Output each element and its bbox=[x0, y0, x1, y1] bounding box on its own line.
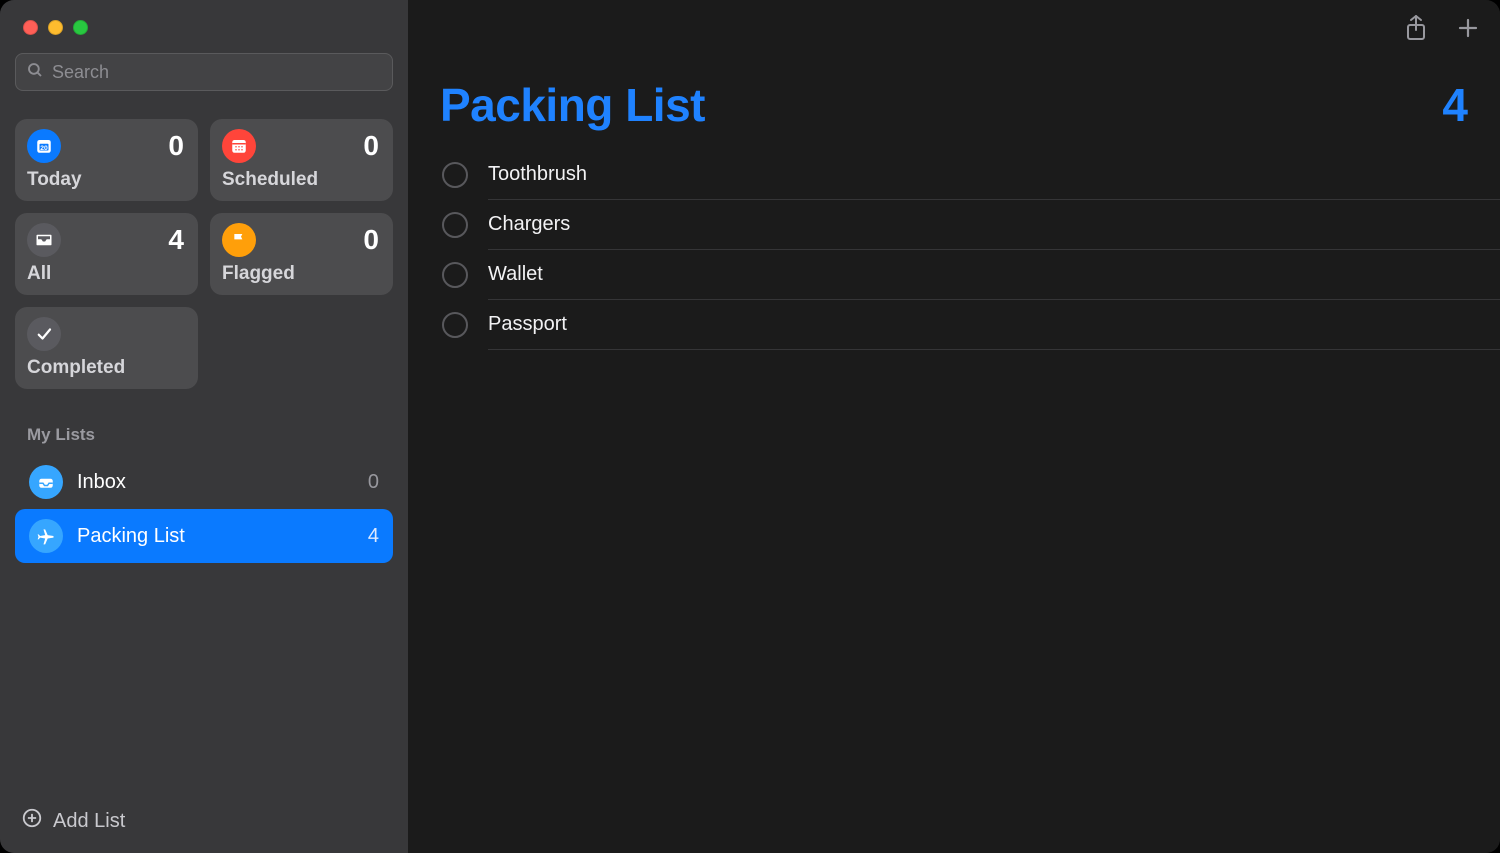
airplane-icon bbox=[29, 519, 63, 553]
my-lists-header: My Lists bbox=[15, 419, 393, 451]
list-item-label: Inbox bbox=[77, 471, 354, 494]
reminder-checkbox[interactable] bbox=[442, 212, 468, 238]
list-title: Packing List bbox=[440, 78, 705, 132]
checkmark-icon bbox=[27, 317, 61, 351]
smart-today[interactable]: 20 0 Today bbox=[15, 119, 198, 201]
smart-flagged-label: Flagged bbox=[222, 263, 379, 285]
reminder-row[interactable]: Toothbrush bbox=[440, 150, 1500, 200]
search-field[interactable] bbox=[15, 53, 393, 91]
smart-completed-label: Completed bbox=[27, 357, 184, 379]
list-item-inbox[interactable]: Inbox 0 bbox=[15, 455, 393, 509]
reminder-checkbox[interactable] bbox=[442, 262, 468, 288]
reminder-checkbox[interactable] bbox=[442, 162, 468, 188]
smart-scheduled-count: 0 bbox=[363, 130, 379, 162]
sidebar: 20 0 Today 0 Scheduled bbox=[0, 0, 408, 853]
my-lists: Inbox 0 Packing List 4 bbox=[15, 455, 393, 563]
smart-today-label: Today bbox=[27, 169, 184, 191]
smart-scheduled[interactable]: 0 Scheduled bbox=[210, 119, 393, 201]
new-reminder-button[interactable] bbox=[1456, 16, 1480, 45]
calendar-icon bbox=[222, 129, 256, 163]
reminder-title: Toothbrush bbox=[488, 163, 587, 185]
list-item-label: Packing List bbox=[77, 525, 354, 548]
reminder-title: Passport bbox=[488, 313, 567, 335]
reminder-row[interactable]: Passport bbox=[440, 300, 1500, 350]
add-list-button[interactable]: Add List bbox=[15, 791, 393, 853]
smart-all-label: All bbox=[27, 263, 184, 285]
tray-icon bbox=[27, 223, 61, 257]
window-controls bbox=[15, 18, 393, 53]
smart-today-count: 0 bbox=[168, 130, 184, 162]
main-content: Packing List 4 Toothbrush Chargers Walle… bbox=[408, 0, 1500, 853]
list-total-count: 4 bbox=[1442, 78, 1468, 132]
smart-all[interactable]: 4 All bbox=[15, 213, 198, 295]
tray-small-icon bbox=[29, 465, 63, 499]
window-close-button[interactable] bbox=[23, 20, 38, 35]
window-zoom-button[interactable] bbox=[73, 20, 88, 35]
smart-flagged-count: 0 bbox=[363, 224, 379, 256]
smart-scheduled-label: Scheduled bbox=[222, 169, 379, 191]
window-minimize-button[interactable] bbox=[48, 20, 63, 35]
reminder-title: Wallet bbox=[488, 263, 543, 285]
search-icon bbox=[26, 61, 44, 84]
reminder-title: Chargers bbox=[488, 213, 570, 235]
flag-icon bbox=[222, 223, 256, 257]
reminders-list: Toothbrush Chargers Wallet Passport bbox=[408, 150, 1500, 350]
plus-circle-icon bbox=[21, 807, 43, 835]
svg-text:20: 20 bbox=[40, 145, 48, 152]
smart-completed[interactable]: Completed bbox=[15, 307, 198, 389]
reminder-row[interactable]: Wallet bbox=[440, 250, 1500, 300]
reminder-row[interactable]: Chargers bbox=[440, 200, 1500, 250]
share-button[interactable] bbox=[1404, 14, 1428, 47]
share-icon bbox=[1404, 29, 1428, 46]
search-input[interactable] bbox=[52, 62, 382, 83]
list-item-packing-list[interactable]: Packing List 4 bbox=[15, 509, 393, 563]
add-list-label: Add List bbox=[53, 810, 125, 833]
toolbar bbox=[1404, 14, 1480, 47]
app-window: 20 0 Today 0 Scheduled bbox=[0, 0, 1500, 853]
plus-icon bbox=[1456, 27, 1480, 44]
smart-lists: 20 0 Today 0 Scheduled bbox=[15, 119, 393, 389]
smart-flagged[interactable]: 0 Flagged bbox=[210, 213, 393, 295]
list-item-count: 4 bbox=[368, 525, 379, 548]
smart-all-count: 4 bbox=[168, 224, 184, 256]
calendar-today-icon: 20 bbox=[27, 129, 61, 163]
list-item-count: 0 bbox=[368, 471, 379, 494]
reminder-checkbox[interactable] bbox=[442, 312, 468, 338]
list-header: Packing List 4 bbox=[408, 0, 1500, 150]
